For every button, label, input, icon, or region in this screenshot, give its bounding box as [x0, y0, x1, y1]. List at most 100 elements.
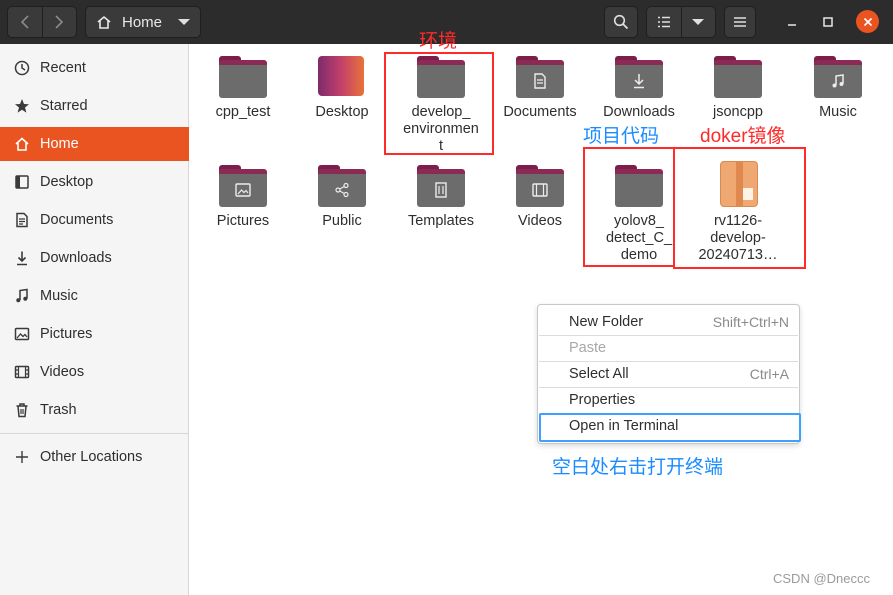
- watermark: CSDN @Dneccc: [773, 571, 870, 586]
- search-icon: [613, 14, 629, 30]
- hamburger-icon: [734, 17, 746, 27]
- maximize-icon: [823, 17, 833, 27]
- file-name: Desktop: [315, 104, 369, 120]
- menu-item-shortcut: Shift+Ctrl+N: [712, 314, 789, 330]
- sidebar-item-label: Other Locations: [40, 449, 143, 465]
- chevron-down-icon: [178, 19, 190, 25]
- file-item-jsoncpp[interactable]: jsoncpp: [688, 56, 788, 121]
- star-icon: [14, 98, 30, 114]
- navigation-buttons: [7, 6, 77, 38]
- sidebar-item-pictures[interactable]: Pictures: [0, 317, 189, 351]
- close-icon: [863, 17, 872, 26]
- menu-item-label: Select All: [569, 366, 629, 382]
- location-button[interactable]: Home: [85, 6, 201, 38]
- sidebar-item-music[interactable]: Music: [0, 279, 189, 313]
- sidebar-item-label: Starred: [40, 98, 88, 114]
- sidebar-item-downloads[interactable]: Downloads: [0, 241, 189, 275]
- trash-icon: [14, 402, 30, 418]
- pictures-folder-icon: [219, 165, 267, 207]
- sidebar-divider: [0, 433, 189, 434]
- document-icon: [14, 212, 30, 228]
- annotation-environment: 环境: [419, 31, 458, 52]
- sidebar-item-desktop[interactable]: Desktop: [0, 165, 189, 199]
- menu-item-label: Paste: [569, 340, 607, 356]
- file-item-public[interactable]: Public: [292, 165, 392, 230]
- list-view-icon: [657, 16, 670, 28]
- annotation-instruction: 空白处右击打开终端: [552, 457, 724, 478]
- sidebar-item-trash[interactable]: Trash: [0, 393, 189, 427]
- sidebar-item-label: Home: [40, 136, 79, 152]
- sidebar-item-videos[interactable]: Videos: [0, 355, 189, 389]
- file-item-templates[interactable]: Templates: [391, 165, 491, 230]
- annotation-project-code: 项目代码: [583, 126, 660, 147]
- close-button[interactable]: [856, 10, 879, 33]
- chevron-down-icon: [692, 19, 705, 25]
- file-name: jsoncpp: [713, 104, 763, 120]
- video-icon: [14, 364, 30, 380]
- folder-icon: [219, 56, 267, 98]
- music-folder-icon: [814, 56, 862, 98]
- home-icon: [14, 136, 30, 152]
- menu-item-properties[interactable]: Properties: [538, 387, 799, 413]
- file-item-cpp-test[interactable]: cpp_test: [193, 56, 293, 121]
- home-icon: [97, 15, 111, 29]
- sidebar-item-other-locations[interactable]: Other Locations: [0, 440, 189, 474]
- annotation-box-docker-image: [673, 147, 806, 269]
- location-label: Home: [122, 13, 163, 31]
- chevron-right-icon: [55, 15, 64, 29]
- clock-icon: [14, 60, 30, 76]
- videos-folder-icon: [516, 165, 564, 207]
- view-buttons: [646, 6, 716, 38]
- file-name: Pictures: [216, 213, 270, 229]
- maximize-button[interactable]: [818, 12, 838, 32]
- sidebar-item-documents[interactable]: Documents: [0, 203, 189, 237]
- annotation-box-environment: [384, 52, 494, 155]
- menu-button[interactable]: [724, 6, 756, 38]
- public-folder-icon: [318, 165, 366, 207]
- sidebar-item-label: Downloads: [40, 250, 112, 266]
- menu-item-label: New Folder: [569, 314, 644, 330]
- annotation-box-open-terminal: [539, 413, 801, 442]
- annotation-docker-image: doker镜像: [700, 126, 786, 147]
- sidebar-item-label: Pictures: [40, 326, 93, 342]
- downloads-folder-icon: [615, 56, 663, 98]
- music-icon: [14, 288, 30, 304]
- sidebar-item-label: Videos: [40, 364, 85, 380]
- sidebar-item-starred[interactable]: Starred: [0, 89, 189, 123]
- file-name: Documents: [503, 104, 577, 120]
- menu-item-new-folder[interactable]: New Folder Shift+Ctrl+N: [538, 309, 799, 335]
- forward-button[interactable]: [43, 7, 77, 37]
- sidebar-item-label: Trash: [40, 402, 77, 418]
- minimize-icon: [788, 24, 796, 26]
- back-button[interactable]: [8, 7, 43, 37]
- sidebar-item-label: Recent: [40, 60, 86, 76]
- picture-icon: [14, 326, 30, 342]
- file-item-documents[interactable]: Documents: [490, 56, 590, 121]
- file-name: Videos: [517, 213, 563, 229]
- file-item-desktop[interactable]: Desktop: [292, 56, 392, 121]
- annotation-box-project-code: [583, 147, 675, 267]
- file-name: Downloads: [603, 104, 675, 120]
- chevron-left-icon: [20, 15, 29, 29]
- list-view-button[interactable]: [647, 7, 682, 37]
- sidebar-item-label: Music: [40, 288, 78, 304]
- file-name: cpp_test: [215, 104, 271, 120]
- desktop-folder-icon: [318, 56, 366, 98]
- menu-item-paste[interactable]: Paste: [538, 335, 799, 361]
- menu-item-select-all[interactable]: Select All Ctrl+A: [538, 361, 799, 387]
- sidebar-item-recent[interactable]: Recent: [0, 51, 189, 85]
- minimize-button[interactable]: [782, 12, 802, 32]
- view-options-button[interactable]: [682, 7, 716, 37]
- file-item-music[interactable]: Music: [788, 56, 888, 121]
- file-item-videos[interactable]: Videos: [490, 165, 590, 230]
- file-name: Music: [819, 104, 857, 120]
- download-icon: [14, 250, 30, 266]
- sidebar-item-home[interactable]: Home: [0, 127, 189, 161]
- menu-item-shortcut: Ctrl+A: [749, 366, 789, 382]
- menu-item-label: Properties: [569, 392, 636, 408]
- file-item-pictures[interactable]: Pictures: [193, 165, 293, 230]
- sidebar: Recent Starred Home Desktop Documents Do…: [0, 44, 189, 595]
- file-name: Public: [322, 213, 362, 229]
- file-item-downloads[interactable]: Downloads: [589, 56, 689, 121]
- search-button[interactable]: [604, 6, 638, 38]
